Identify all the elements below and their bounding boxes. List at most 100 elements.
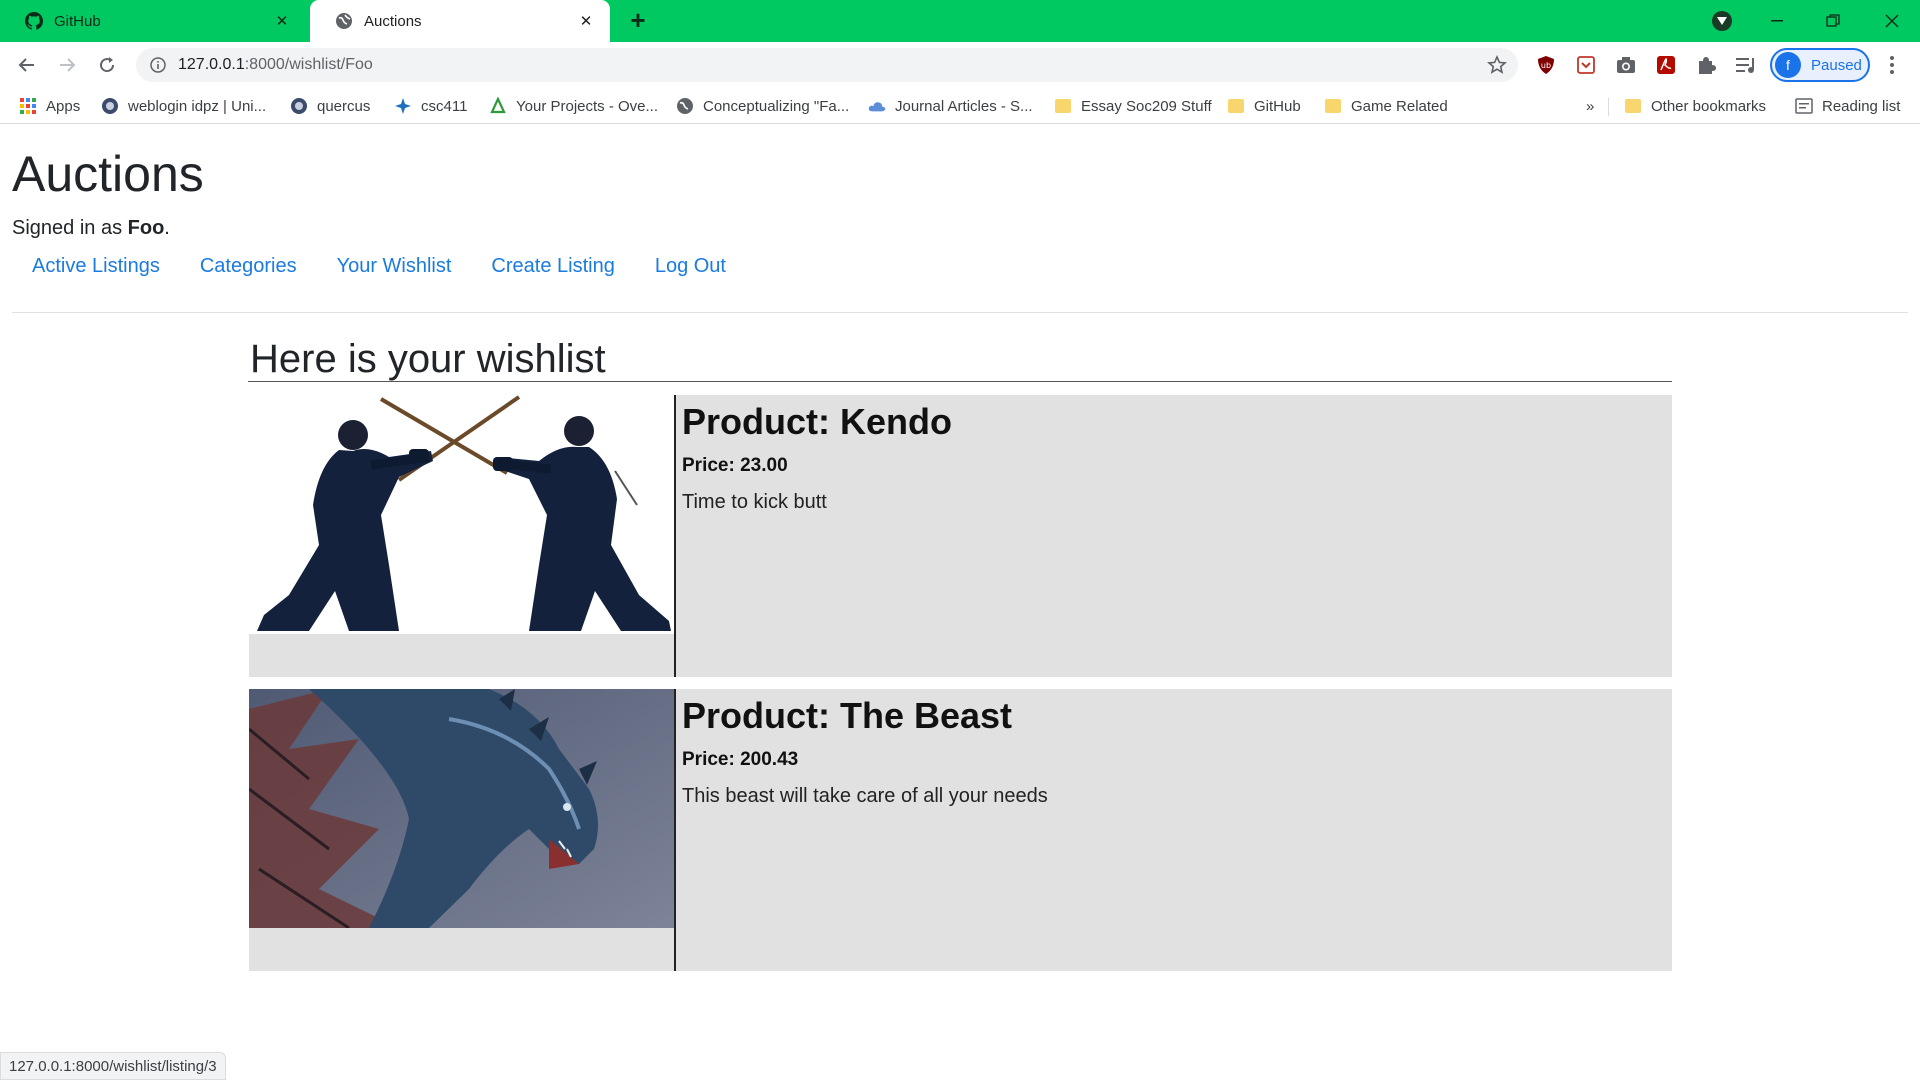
close-icon[interactable]: ✕ — [272, 11, 292, 31]
nav-active-listings[interactable]: Active Listings — [32, 255, 160, 278]
bookmark-separator — [1608, 98, 1609, 116]
status-bar-url: 127.0.0.1:8000/wishlist/listing/3 — [0, 1052, 226, 1080]
apps-grid-icon — [19, 97, 37, 115]
bookmark-label: Journal Articles - S... — [895, 97, 1033, 115]
browser-toolbar: 127.0.0.1:8000/wishlist/Foo ub f Paused — [0, 42, 1920, 88]
bookmark-quercus[interactable]: quercus — [290, 94, 370, 118]
nav-create-listing[interactable]: Create Listing — [491, 255, 614, 278]
new-tab-icon[interactable]: + — [624, 7, 652, 35]
bookmark-github-folder[interactable]: GitHub — [1227, 94, 1301, 118]
folder-icon — [1324, 97, 1342, 115]
reading-list-button[interactable]: Reading list — [1795, 94, 1900, 118]
bookmark-game-related[interactable]: Game Related — [1324, 94, 1448, 118]
media-control-icon[interactable] — [1712, 11, 1732, 31]
bookmark-label: csc411 — [421, 97, 468, 115]
profile-avatar: f — [1775, 52, 1801, 78]
restore-icon[interactable] — [1805, 0, 1861, 42]
info-icon[interactable] — [148, 55, 168, 75]
forward-arrow-icon[interactable] — [53, 51, 81, 79]
bookmarks-bar: Apps weblogin idpz | Uni... quercus csc4… — [0, 88, 1920, 124]
username: Foo — [127, 217, 165, 239]
pocket-icon[interactable] — [1575, 54, 1597, 76]
nav-divider — [12, 312, 1908, 313]
bookmark-your-projects[interactable]: Your Projects - Ove... — [489, 94, 658, 118]
star-icon[interactable] — [1486, 54, 1508, 76]
profile-button[interactable]: f Paused — [1770, 48, 1870, 82]
folder-icon — [1624, 97, 1642, 115]
bookmark-label: weblogin idpz | Uni... — [128, 97, 267, 115]
nav-log-out[interactable]: Log Out — [655, 255, 726, 278]
signed-in-prefix: Signed in as — [12, 217, 128, 239]
tab-auctions[interactable]: Auctions ✕ — [310, 0, 610, 42]
bookmark-essay-soc209[interactable]: Essay Soc209 Stuff — [1054, 94, 1212, 118]
camera-icon[interactable] — [1615, 54, 1637, 76]
window-close-icon[interactable] — [1864, 0, 1920, 42]
product-price: Price: 23.00 — [682, 455, 788, 476]
minimize-icon[interactable] — [1749, 0, 1805, 42]
bookmark-label: Apps — [46, 97, 81, 115]
cloud-icon — [868, 97, 886, 115]
product-description: Time to kick butt — [682, 491, 827, 513]
nav-your-wishlist[interactable]: Your Wishlist — [337, 255, 452, 278]
projects-icon — [489, 97, 507, 115]
svg-text:ub: ub — [1541, 61, 1551, 70]
github-icon — [24, 11, 44, 31]
beast-dragon-image[interactable] — [249, 689, 675, 928]
folder-icon — [1054, 97, 1072, 115]
page-content: Auctions Signed in as Foo. Active Listin… — [0, 125, 1920, 1055]
bookmark-label: GitHub — [1254, 97, 1301, 115]
nav-categories[interactable]: Categories — [200, 255, 297, 278]
puzzle-extensions-icon[interactable] — [1695, 54, 1717, 76]
url-host: 127.0.0.1 — [178, 56, 245, 73]
ublock-icon[interactable]: ub — [1535, 54, 1557, 76]
tab-title: Auctions — [364, 12, 422, 30]
bookmark-other-bookmarks[interactable]: Other bookmarks — [1624, 94, 1766, 118]
bookmark-label: Essay Soc209 Stuff — [1081, 97, 1212, 115]
url-path: :8000/wishlist/Foo — [244, 56, 373, 73]
address-bar[interactable]: 127.0.0.1:8000/wishlist/Foo — [136, 48, 1518, 82]
weblogin-icon — [101, 97, 119, 115]
quercus-icon — [290, 97, 308, 115]
url-text: 127.0.0.1:8000/wishlist/Foo — [178, 56, 373, 74]
bookmark-label: Conceptualizing "Fa... — [703, 97, 850, 115]
signed-in-text: Signed in as Foo. — [12, 217, 170, 240]
bookmark-conceptualizing[interactable]: Conceptualizing "Fa... — [676, 94, 849, 118]
folder-icon — [1227, 97, 1245, 115]
back-arrow-icon[interactable] — [13, 51, 41, 79]
signed-in-suffix: . — [164, 217, 170, 239]
product-price: Price: 200.43 — [682, 749, 799, 770]
bookmark-label: Other bookmarks — [1651, 97, 1767, 115]
bookmark-journal-articles[interactable]: Journal Articles - S... — [868, 94, 1033, 118]
product-title[interactable]: Product: The Beast — [682, 695, 1012, 737]
main-nav: Active Listings Categories Your Wishlist… — [32, 255, 726, 278]
product-title[interactable]: Product: Kendo — [682, 401, 952, 443]
wishlist-item[interactable]: Product: Kendo Price: 23.00 Time to kick… — [249, 395, 1672, 677]
heading-divider — [248, 381, 1672, 382]
reading-list-icon — [1795, 97, 1813, 115]
bookmark-label: Your Projects - Ove... — [516, 97, 659, 115]
bookmarks-overflow-button[interactable]: » — [1586, 94, 1594, 118]
more-menu-icon[interactable] — [1882, 52, 1902, 78]
kendo-fighters-image[interactable] — [249, 395, 675, 634]
media-queue-icon[interactable] — [1735, 54, 1757, 76]
pdf-icon[interactable] — [1655, 54, 1677, 76]
tab-title: GitHub — [54, 12, 101, 30]
bookmark-weblogin[interactable]: weblogin idpz | Uni... — [101, 94, 266, 118]
bookmark-csc411[interactable]: csc411 — [394, 94, 467, 118]
product-description: This beast will take care of all your ne… — [682, 785, 1048, 807]
profile-status: Paused — [1811, 56, 1862, 74]
globe-icon — [676, 97, 694, 115]
site-title: Auctions — [12, 146, 204, 202]
tab-github[interactable]: GitHub ✕ — [0, 0, 306, 42]
item-divider — [674, 395, 676, 677]
globe-icon — [334, 11, 354, 31]
bookmark-label: Game Related — [1351, 97, 1448, 115]
item-divider — [674, 689, 676, 971]
csc411-icon — [394, 97, 412, 115]
bookmark-label: Reading list — [1822, 97, 1901, 115]
bookmark-apps[interactable]: Apps — [19, 94, 80, 118]
close-icon[interactable]: ✕ — [576, 11, 596, 31]
wishlist-item[interactable]: Product: The Beast Price: 200.43 This be… — [249, 689, 1672, 971]
reload-icon[interactable] — [93, 51, 121, 79]
tab-strip: GitHub ✕ Auctions ✕ + — [0, 0, 1920, 42]
